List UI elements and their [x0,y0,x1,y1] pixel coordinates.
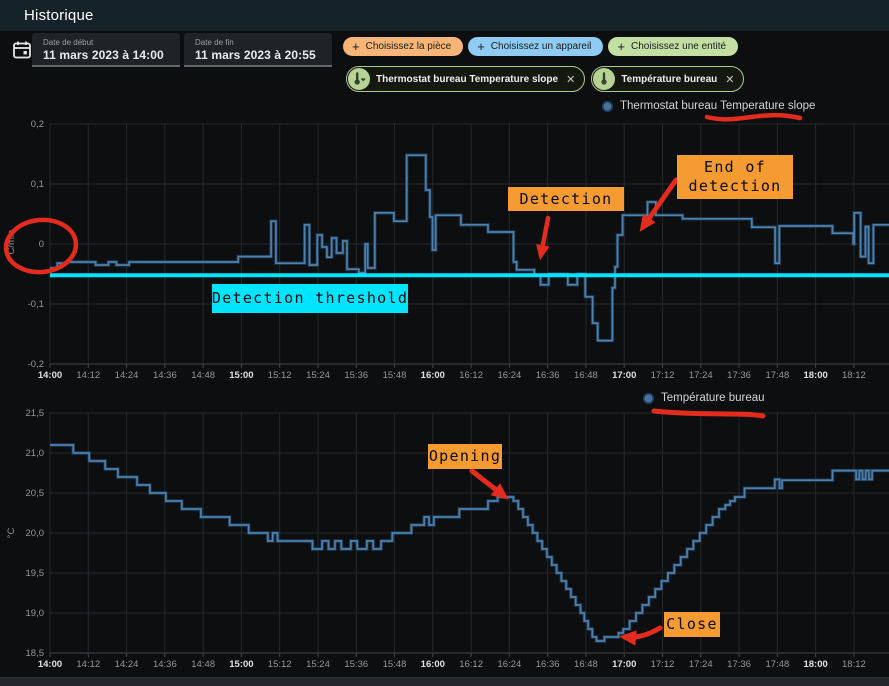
svg-text:15:48: 15:48 [383,370,407,381]
svg-text:-0,2: -0,2 [28,359,44,370]
svg-text:17:12: 17:12 [651,370,675,381]
svg-text:17:24: 17:24 [689,659,713,670]
svg-text:0: 0 [39,239,44,250]
svg-text:18,5: 18,5 [26,648,45,659]
svg-text:15:24: 15:24 [306,370,330,381]
svg-text:17:24: 17:24 [689,370,713,381]
svg-text:17:12: 17:12 [651,659,675,670]
svg-text:16:00: 16:00 [421,370,445,381]
svg-text:0,2: 0,2 [31,119,44,130]
svg-text:17:48: 17:48 [765,370,789,381]
svg-text:17:00: 17:00 [612,659,636,670]
svg-text:17:36: 17:36 [727,659,751,670]
end-of-detection-line2: detection [689,177,782,196]
svg-text:0,1: 0,1 [31,179,44,190]
detection-label: Detection [508,187,624,211]
svg-text:15:12: 15:12 [268,370,292,381]
svg-text:16:36: 16:36 [536,370,560,381]
series-line-shadow [50,445,889,641]
history-charts[interactable]: 0,20,10-0,1-0,214:0014:1214:2414:3614:48… [0,0,889,686]
svg-text:°C: °C [6,528,17,539]
svg-text:15:48: 15:48 [383,659,407,670]
svg-text:17:36: 17:36 [727,370,751,381]
opening-label: Opening [428,444,502,469]
svg-text:20,0: 20,0 [26,528,45,539]
horizontal-scrollbar[interactable] [0,677,889,686]
svg-text:19,5: 19,5 [26,568,45,579]
detection-threshold-label: Detection threshold [212,284,408,313]
svg-text:18:12: 18:12 [842,659,866,670]
close-label: Close [664,612,720,637]
svg-text:18:12: 18:12 [842,370,866,381]
svg-text:14:12: 14:12 [76,659,100,670]
svg-text:15:12: 15:12 [268,659,292,670]
svg-text:14:12: 14:12 [76,370,100,381]
svg-text:18:00: 18:00 [803,659,827,670]
svg-text:14:24: 14:24 [115,659,139,670]
series-line [50,445,889,641]
svg-text:14:36: 14:36 [153,659,177,670]
svg-text:19,0: 19,0 [26,608,45,619]
svg-text:15:36: 15:36 [344,659,368,670]
svg-text:14:00: 14:00 [38,370,62,381]
history-page: Historique Date de début 11 mars 2023 à … [0,0,889,686]
svg-text:14:36: 14:36 [153,370,177,381]
svg-text:21,0: 21,0 [26,448,45,459]
svg-text:15:00: 15:00 [229,659,253,670]
svg-text:17:48: 17:48 [765,659,789,670]
svg-text:21,5: 21,5 [26,408,45,419]
end-of-detection-line1: End of [704,158,766,177]
end-of-detection-label: End of detection [677,155,793,199]
svg-text:16:00: 16:00 [421,659,445,670]
svg-text:18:00: 18:00 [803,370,827,381]
svg-text:14:48: 14:48 [191,370,215,381]
svg-text:16:12: 16:12 [459,659,483,670]
svg-text:16:36: 16:36 [536,659,560,670]
svg-text:17:00: 17:00 [612,370,636,381]
svg-text:°C/min: °C/min [6,230,17,259]
svg-text:20,5: 20,5 [26,488,45,499]
svg-text:16:48: 16:48 [574,659,598,670]
svg-text:16:48: 16:48 [574,370,598,381]
svg-text:-0,1: -0,1 [28,299,44,310]
svg-text:14:24: 14:24 [115,370,139,381]
svg-text:14:48: 14:48 [191,659,215,670]
svg-text:16:24: 16:24 [497,370,521,381]
svg-text:15:00: 15:00 [229,370,253,381]
svg-text:15:24: 15:24 [306,659,330,670]
svg-text:14:00: 14:00 [38,659,62,670]
svg-text:16:12: 16:12 [459,370,483,381]
svg-text:16:24: 16:24 [497,659,521,670]
svg-text:15:36: 15:36 [344,370,368,381]
